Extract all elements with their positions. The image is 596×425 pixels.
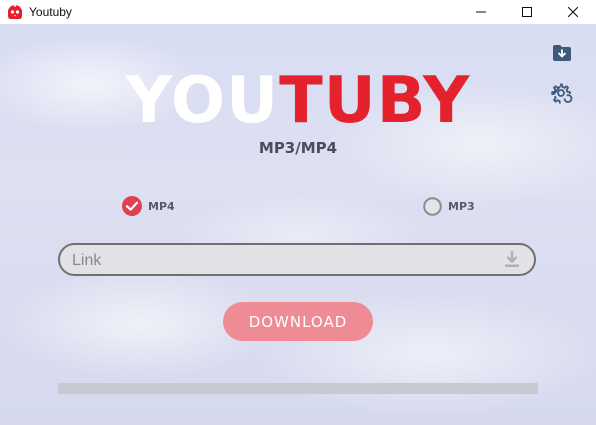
window-controls xyxy=(458,0,596,24)
format-option-mp4[interactable]: MP4 xyxy=(122,196,175,216)
link-input[interactable] xyxy=(70,245,494,276)
app-logo-icon xyxy=(8,5,22,19)
format-label-mp3: MP3 xyxy=(448,200,475,213)
radio-unchecked-icon xyxy=(423,197,442,216)
download-arrow-icon[interactable] xyxy=(504,250,520,268)
logo-subtitle: MP3/MP4 xyxy=(258,139,338,157)
window-title: Youtuby xyxy=(29,5,72,19)
maximize-button[interactable] xyxy=(504,0,550,24)
format-label-mp4: MP4 xyxy=(148,199,175,213)
title-bar: Youtuby xyxy=(0,0,596,24)
logo-part-you: YOU xyxy=(125,64,280,138)
maximize-icon xyxy=(522,7,532,17)
main-content: YOUTUBY MP3/MP4 MP4 MP3 DOWNLOAD xyxy=(0,24,596,425)
app-logo-title: YOUTUBY xyxy=(0,66,596,136)
download-progress-bar xyxy=(58,383,538,394)
link-field xyxy=(58,243,536,276)
close-icon xyxy=(568,7,578,17)
folder-download-icon[interactable] xyxy=(552,44,572,62)
close-button[interactable] xyxy=(550,0,596,24)
minimize-button[interactable] xyxy=(458,0,504,24)
logo-part-tuby: TUBY xyxy=(279,64,471,138)
app-window: Youtuby YOUTUBY MP3/MP4 MP4 MP3 Link DOW… xyxy=(0,0,596,425)
format-option-mp3[interactable]: MP3 xyxy=(423,197,475,216)
download-button[interactable]: DOWNLOAD xyxy=(223,302,373,341)
radio-checked-icon xyxy=(122,196,142,216)
minimize-icon xyxy=(476,11,486,13)
